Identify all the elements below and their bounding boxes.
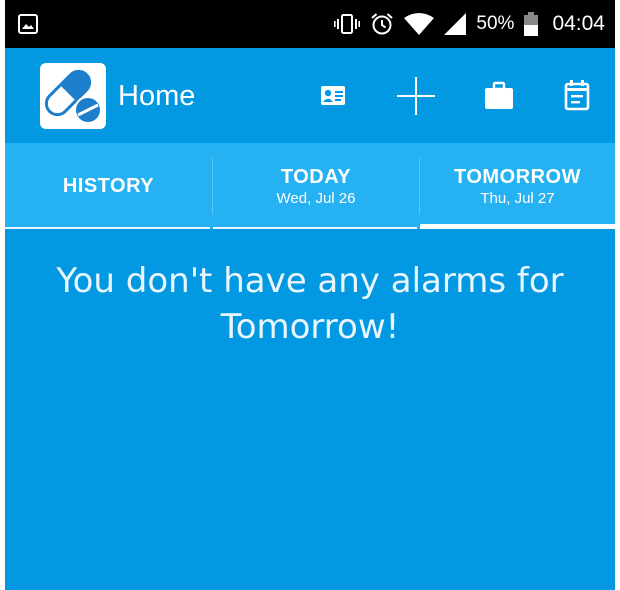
empty-state-line-1: You don't have any alarms for [56,261,564,301]
battery-icon [524,12,539,36]
add-icon[interactable] [396,76,436,116]
tab-underline [213,227,417,229]
tab-date: Thu, Jul 27 [480,189,555,207]
signal-icon [444,13,467,35]
battery-percent: 50% [476,13,515,34]
briefcase-icon[interactable] [479,76,519,116]
vibrate-icon [334,14,361,34]
app-bar: Home [5,48,615,143]
image-notification-icon [18,14,38,34]
empty-state-message: You don't have any alarms for Tomorrow! [5,258,615,350]
status-icons: 50% 04:04 [334,0,605,48]
clock: 04:04 [552,12,605,35]
empty-state-line-2: Tomorrow! [220,307,400,347]
tab-tomorrow[interactable]: TOMORROW Thu, Jul 27 [420,143,615,229]
wifi-icon [404,13,435,35]
tab-bar: HISTORY TODAY Wed, Jul 26 TOMORROW Thu, … [5,143,615,229]
contact-card-icon[interactable] [313,76,353,116]
tab-history[interactable]: HISTORY [5,143,212,229]
tab-date: Wed, Jul 26 [276,189,356,207]
app-title: Home [118,80,196,112]
app-screen: 50% 04:04 Home HISTORY TODAY Wed, Jul 26… [5,0,615,590]
status-bar: 50% 04:04 [5,0,615,48]
alarm-icon [371,13,394,35]
tab-selected-indicator [420,224,615,229]
tab-label: HISTORY [62,174,155,197]
tab-today[interactable]: TODAY Wed, Jul 26 [213,143,419,229]
tab-underline [5,227,210,229]
tab-label: TODAY [280,165,352,188]
calendar-icon[interactable] [557,76,597,116]
pill-capsule-logo [40,63,106,129]
tab-label: TOMORROW [454,165,581,188]
